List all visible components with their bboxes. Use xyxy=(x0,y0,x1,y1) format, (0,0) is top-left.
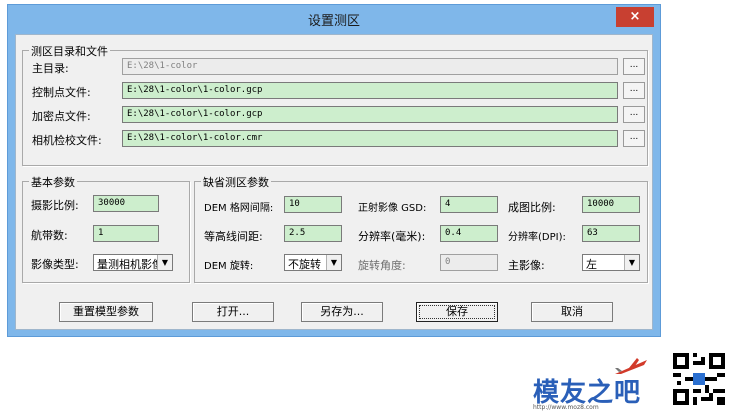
map-scale-label: 成图比例: xyxy=(508,201,556,214)
rotate-angle-field[interactable]: 0 xyxy=(440,254,498,271)
contour-interval-field[interactable]: 2.5 xyxy=(284,225,342,242)
default-params-group: 缺省测区参数 DEM 格网间隔: 10 正射影像 GSD: 4 成图比例: 10… xyxy=(194,174,648,283)
resolution-dpi-label: 分辨率(DPI): xyxy=(508,232,566,243)
main-dir-label: 主目录: xyxy=(32,62,69,75)
dir-files-group: 测区目录和文件 主目录: E:\28\1-color ... 控制点文件: E:… xyxy=(22,43,648,166)
dir-files-legend: 测区目录和文件 xyxy=(29,43,110,59)
resolution-mm-label: 分辨率(毫米): xyxy=(358,230,426,243)
basic-params-legend: 基本参数 xyxy=(29,174,77,190)
image-type-value: 量测相机影像 xyxy=(97,258,157,271)
save-button[interactable]: 保存 xyxy=(416,302,498,322)
close-button[interactable]: × xyxy=(616,7,654,27)
qr-code xyxy=(673,353,725,405)
control-point-file-label: 控制点文件: xyxy=(32,86,91,99)
focus-ring xyxy=(419,305,495,319)
densification-file-label: 加密点文件: xyxy=(32,110,91,123)
dem-rotate-label: DEM 旋转: xyxy=(204,261,254,272)
reset-model-params-button[interactable]: 重置模型参数 xyxy=(59,302,153,322)
camera-calib-browse-button[interactable]: ... xyxy=(623,130,645,147)
dem-rotate-value: 不旋转 xyxy=(288,258,321,271)
strip-count-label: 航带数: xyxy=(31,229,68,242)
dem-grid-label: DEM 格网间隔: xyxy=(204,203,274,214)
densification-file-field[interactable]: E:\28\1-color\1-color.gcp xyxy=(122,106,618,123)
cancel-button[interactable]: 取消 xyxy=(531,302,613,322)
camera-calib-file-field[interactable]: E:\28\1-color\1-color.cmr xyxy=(122,130,618,147)
default-params-legend: 缺省测区参数 xyxy=(201,174,271,190)
main-dir-field[interactable]: E:\28\1-color xyxy=(122,58,618,75)
resolution-mm-field[interactable]: 0.4 xyxy=(440,225,498,242)
watermark-logo: 模友之吧 http://www.moz8.com xyxy=(533,356,657,414)
map-scale-field[interactable]: 10000 xyxy=(582,196,640,213)
resolution-dpi-field[interactable]: 63 xyxy=(582,225,640,242)
dialog-title: 设置测区 xyxy=(307,14,360,29)
main-image-label: 主影像: xyxy=(508,259,545,272)
camera-calib-file-label: 相机检校文件: xyxy=(32,134,102,147)
image-type-label: 影像类型: xyxy=(31,258,79,271)
logo-url: http://www.moz8.com xyxy=(533,404,599,411)
image-type-select[interactable]: 量测相机影像 ▼ xyxy=(93,254,173,271)
control-point-file-field[interactable]: E:\28\1-color\1-color.gcp xyxy=(122,82,618,99)
strip-count-field[interactable]: 1 xyxy=(93,225,159,242)
densification-browse-button[interactable]: ... xyxy=(623,106,645,123)
main-image-value: 左 xyxy=(586,258,597,271)
ortho-gsd-field[interactable]: 4 xyxy=(440,196,498,213)
ortho-gsd-label: 正射影像 GSD: xyxy=(358,203,427,214)
control-point-browse-button[interactable]: ... xyxy=(623,82,645,99)
main-image-select[interactable]: 左 ▼ xyxy=(582,254,640,271)
rotate-angle-label: 旋转角度: xyxy=(358,259,406,272)
photo-scale-field[interactable]: 30000 xyxy=(93,195,159,212)
survey-area-dialog: 设置测区 × 测区目录和文件 主目录: E:\28\1-color ... 控制… xyxy=(7,4,661,337)
photo-scale-label: 摄影比例: xyxy=(31,199,79,212)
dialog-client-area: 测区目录和文件 主目录: E:\28\1-color ... 控制点文件: E:… xyxy=(15,34,653,330)
save-as-button[interactable]: 另存为... xyxy=(301,302,383,322)
basic-params-group: 基本参数 摄影比例: 30000 航带数: 1 影像类型: 量测相机影像 ▼ xyxy=(22,174,190,283)
contour-interval-label: 等高线间距: xyxy=(204,230,263,243)
main-dir-browse-button[interactable]: ... xyxy=(623,58,645,75)
dem-grid-field[interactable]: 10 xyxy=(284,196,342,213)
title-bar[interactable]: 设置测区 × xyxy=(8,5,660,33)
open-button[interactable]: 打开... xyxy=(192,302,274,322)
dem-rotate-select[interactable]: 不旋转 ▼ xyxy=(284,254,342,271)
chevron-down-icon[interactable]: ▼ xyxy=(624,255,639,270)
chevron-down-icon[interactable]: ▼ xyxy=(157,255,172,270)
chevron-down-icon[interactable]: ▼ xyxy=(326,255,341,270)
